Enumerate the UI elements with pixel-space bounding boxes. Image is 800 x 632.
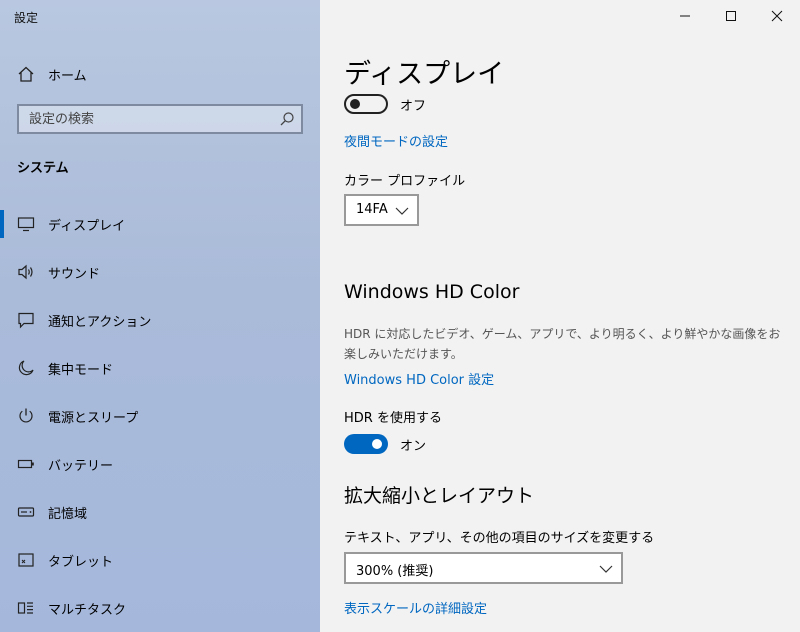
sidebar-item-label: タブレット bbox=[48, 555, 114, 570]
moon-icon bbox=[17, 359, 35, 377]
sidebar-item-multitasking[interactable]: マルチタスク bbox=[0, 586, 320, 630]
sidebar-item-power[interactable]: 電源とスリープ bbox=[0, 394, 320, 438]
speaker-icon bbox=[17, 263, 35, 281]
sidebar-item-label: バッテリー bbox=[48, 459, 114, 474]
chevron-down-icon bbox=[395, 207, 409, 215]
sidebar-item-storage[interactable]: 記憶域 bbox=[0, 490, 320, 534]
sidebar-item-label: 通知とアクション bbox=[48, 315, 152, 330]
search-input[interactable] bbox=[29, 110, 269, 128]
night-light-state: オフ bbox=[400, 99, 427, 114]
app-title: 設定 bbox=[14, 11, 39, 25]
sidebar-item-display[interactable]: ディスプレイ bbox=[0, 202, 320, 246]
sidebar-item-label: 記憶域 bbox=[48, 507, 88, 522]
sidebar-item-focus[interactable]: 集中モード bbox=[0, 346, 320, 390]
sidebar-item-sound[interactable]: サウンド bbox=[0, 250, 320, 294]
page-title: ディスプレイ bbox=[344, 59, 505, 90]
sidebar-item-label: サウンド bbox=[48, 267, 101, 282]
scale-section-title: 拡大縮小とレイアウト bbox=[344, 485, 535, 507]
hdr-settings-link[interactable]: Windows HD Color 設定 bbox=[344, 369, 494, 388]
hdr-description: HDR に対応したビデオ、ゲーム、アプリで、より明るく、より鮮やかな画像をお楽し… bbox=[344, 327, 781, 361]
multitask-icon bbox=[17, 599, 35, 617]
sidebar-item-label: 集中モード bbox=[48, 363, 114, 378]
tablet-icon bbox=[17, 551, 35, 569]
maximize-icon bbox=[726, 11, 736, 21]
power-icon bbox=[17, 407, 35, 425]
dropdown-value: 300% (推奨) bbox=[356, 564, 434, 579]
search-icon[interactable] bbox=[279, 111, 295, 127]
sidebar-item-label: ホーム bbox=[48, 69, 87, 84]
maximize-button[interactable] bbox=[708, 0, 754, 32]
sidebar-item-home[interactable]: ホーム bbox=[0, 58, 320, 90]
night-light-toggle[interactable] bbox=[344, 94, 388, 114]
toggle-knob bbox=[372, 439, 382, 449]
search-box[interactable] bbox=[17, 104, 303, 134]
toggle-knob bbox=[350, 99, 360, 109]
battery-icon bbox=[17, 455, 35, 473]
monitor-icon bbox=[17, 215, 35, 233]
hdr-section-title: Windows HD Color bbox=[344, 281, 520, 303]
close-button[interactable] bbox=[754, 0, 800, 32]
minimize-button[interactable] bbox=[662, 0, 708, 32]
use-hdr-state: オン bbox=[400, 439, 427, 454]
section-title: システム bbox=[17, 161, 69, 176]
chevron-down-icon bbox=[599, 565, 613, 573]
active-indicator bbox=[0, 210, 4, 238]
use-hdr-label: HDR を使用する bbox=[344, 411, 442, 426]
dropdown-value: 14FA bbox=[356, 202, 388, 217]
sidebar-item-tablet[interactable]: タブレット bbox=[0, 538, 320, 582]
scale-dropdown[interactable]: 300% (推奨) bbox=[344, 552, 623, 584]
storage-icon bbox=[17, 503, 35, 521]
scale-label: テキスト、アプリ、その他の項目のサイズを変更する bbox=[344, 531, 655, 546]
sidebar: 設定 ホーム システム ディスプレイ サウンド 通知とアクション bbox=[0, 0, 320, 632]
sidebar-item-notifications[interactable]: 通知とアクション bbox=[0, 298, 320, 342]
home-icon bbox=[17, 65, 35, 83]
color-profile-dropdown[interactable]: 14FA bbox=[344, 194, 419, 226]
close-icon bbox=[771, 10, 783, 22]
night-light-settings-link[interactable]: 夜間モードの設定 bbox=[344, 131, 448, 150]
advanced-scaling-link[interactable]: 表示スケールの詳細設定 bbox=[344, 598, 487, 617]
use-hdr-toggle[interactable] bbox=[344, 434, 388, 454]
sidebar-item-label: 電源とスリープ bbox=[48, 411, 139, 426]
minimize-icon bbox=[680, 15, 690, 17]
sidebar-item-battery[interactable]: バッテリー bbox=[0, 442, 320, 486]
sidebar-item-label: マルチタスク bbox=[48, 603, 127, 618]
sidebar-item-label: ディスプレイ bbox=[48, 219, 126, 234]
notification-icon bbox=[17, 311, 35, 329]
color-profile-label: カラー プロファイル bbox=[344, 174, 466, 189]
main-pane: ディスプレイ オフ 夜間モードの設定 カラー プロファイル 14FA Windo… bbox=[320, 0, 800, 632]
